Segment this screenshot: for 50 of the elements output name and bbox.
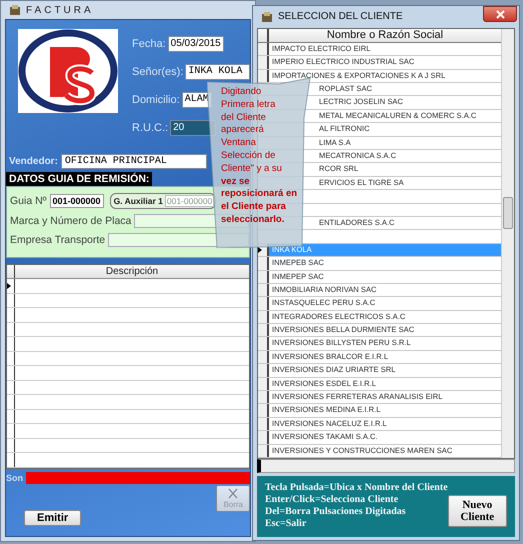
row-header[interactable] bbox=[258, 378, 269, 390]
vertical-scrollbar[interactable] bbox=[501, 28, 514, 458]
field-label: Empresa Transporte bbox=[10, 234, 106, 246]
row-header[interactable] bbox=[258, 337, 269, 350]
field-label: Vendedor: bbox=[9, 156, 58, 166]
row-header[interactable] bbox=[258, 391, 269, 404]
field-label: Marca y Número de Placa bbox=[10, 215, 132, 227]
window-title: FACTURA bbox=[26, 4, 94, 16]
row-header[interactable] bbox=[7, 279, 15, 293]
row-header[interactable] bbox=[258, 350, 269, 364]
field-label: Domicilio: bbox=[132, 94, 180, 106]
row-header[interactable] bbox=[258, 56, 269, 69]
input-field[interactable]: 001-000000 bbox=[50, 194, 104, 208]
row-header[interactable] bbox=[258, 364, 269, 377]
row-header[interactable] bbox=[258, 418, 269, 430]
help-text: Enter/Click=Selecciona Cliente bbox=[265, 494, 400, 505]
tooltip-text: Digitando Primera letra del Cliente aparecerá Ventana Selección de Cliente" y a su vez se reposicionará en el Cliente para seleccionarlo. bbox=[221, 86, 298, 227]
field-label: Señor(es): bbox=[132, 66, 184, 78]
app-icon bbox=[9, 4, 21, 16]
row-pointer-icon bbox=[7, 282, 11, 289]
field-label: Son bbox=[6, 473, 23, 483]
row-header[interactable] bbox=[258, 42, 269, 56]
close-icon bbox=[496, 10, 504, 18]
row-header[interactable] bbox=[258, 284, 269, 296]
row-header[interactable] bbox=[258, 257, 269, 270]
horizontal-scrollbar[interactable] bbox=[257, 459, 515, 473]
emit-button[interactable]: Emitir bbox=[24, 510, 82, 526]
row-header[interactable] bbox=[258, 297, 269, 310]
help-text: Tecla Pulsada=Ubica x Nombre del Cliente bbox=[265, 482, 448, 493]
help-text: Esc=Salir bbox=[265, 518, 308, 529]
field-label: R.U.C.: bbox=[132, 122, 168, 134]
input-field[interactable]: OFICINA PRINCIPAL bbox=[60, 154, 207, 168]
row-header[interactable] bbox=[258, 324, 269, 336]
app-icon bbox=[261, 10, 273, 23]
row-header[interactable] bbox=[258, 310, 269, 324]
row-header[interactable] bbox=[258, 270, 269, 283]
row-header[interactable] bbox=[258, 404, 269, 417]
window-title: SELECCION DEL CLIENTE bbox=[278, 11, 403, 22]
row-header[interactable] bbox=[258, 70, 269, 82]
input-field[interactable]: 05/03/2015 bbox=[168, 36, 224, 52]
close-button[interactable] bbox=[483, 6, 517, 22]
field-label: Guia Nº bbox=[10, 195, 47, 207]
field-label: Fecha: bbox=[132, 38, 166, 50]
section-title: DATOS GUIA DE REMISIÓN: bbox=[6, 172, 152, 186]
field-label: G. Auxiliar 1 bbox=[114, 196, 163, 206]
input-field[interactable]: INKA KOLA bbox=[185, 64, 250, 80]
row-header[interactable] bbox=[258, 444, 269, 457]
help-text: Del=Borra Pulsaciones Digitadas bbox=[265, 506, 407, 517]
row-header[interactable] bbox=[258, 431, 269, 444]
new-client-button[interactable]: Nuevo Cliente bbox=[448, 495, 507, 527]
